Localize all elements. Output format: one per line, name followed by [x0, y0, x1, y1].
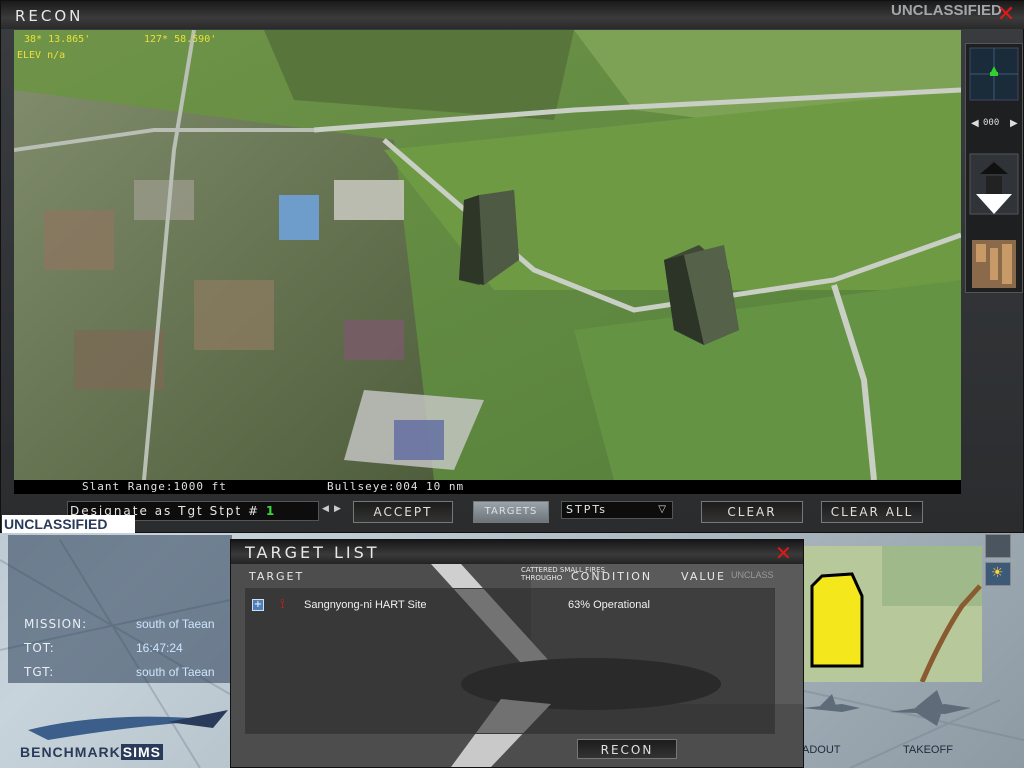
stpts-dropdown[interactable]: STPTs ▽: [561, 501, 673, 519]
distance-readout: 10 nm: [426, 480, 465, 493]
recon-window: RECON UNCLASSIFIED ✕ 38* 13.865' 127* 58…: [0, 0, 1024, 533]
mini-map-graphic: [802, 546, 982, 682]
takeoff-nav[interactable]: TAKEOFF: [885, 686, 975, 756]
targets-button[interactable]: TARGETS: [473, 501, 549, 523]
target-condition: 63% Operational: [568, 599, 650, 611]
heading-readout: 000: [983, 118, 1000, 128]
recon-titlebar[interactable]: RECON UNCLASSIFIED ✕: [1, 1, 1024, 29]
tot-value: 16:47:24: [136, 641, 183, 655]
sun-icon: ☀: [991, 565, 1004, 581]
tot-label: TOT:: [24, 641, 55, 655]
radar-target-icon: ⟟: [280, 597, 285, 612]
longitude-readout: 127* 58.590': [144, 34, 217, 45]
expand-row-button[interactable]: +: [252, 599, 264, 611]
tgt-value: south of Taean: [136, 665, 215, 679]
mini-map[interactable]: [802, 546, 982, 682]
weather-icon[interactable]: ☀: [985, 562, 1011, 586]
bullseye-readout: Bullseye:004: [327, 480, 419, 493]
loadout-jet-icon: [802, 694, 860, 712]
logo-text: BENCHMARK SIMS: [20, 744, 164, 760]
stpts-selected-value: STPTs: [566, 503, 607, 516]
stpt-next-icon[interactable]: ▶: [334, 504, 341, 514]
recon-title: RECON: [15, 7, 84, 25]
column-header-value: VALUE: [681, 570, 726, 583]
clear-all-button[interactable]: CLEAR ALL: [821, 501, 923, 523]
chevron-down-icon: ▽: [658, 504, 668, 515]
layers-icon[interactable]: [985, 534, 1011, 558]
status-bar: Slant Range:1000 ft Bullseye:004 10 nm: [14, 480, 961, 494]
elevation-readout: ELEV n/a: [17, 50, 66, 61]
target-list-window: TARGET LIST ✕ CATTERED SMALL FIRES THROU…: [230, 539, 804, 768]
mission-label: MISSION:: [24, 617, 88, 631]
satellite-terrain: [14, 30, 961, 480]
mission-info-panel: MISSION: south of Taean TOT: 16:47:24 TG…: [8, 535, 232, 683]
classification-banner-left: UNCLASSIFIED: [2, 515, 135, 533]
compass-icon[interactable]: [970, 50, 1018, 102]
steerpoint-number: 1: [265, 504, 277, 518]
table-row[interactable]: + ⟟ Sangnyong-ni HART Site 63% Operation…: [246, 597, 776, 615]
loadout-nav[interactable]: ADOUT: [802, 686, 862, 756]
target-list-table: + ⟟ Sangnyong-ni HART Site 63% Operation…: [245, 588, 775, 734]
bg-text-throughout: THROUGHO: [520, 574, 563, 582]
stpt-prev-icon[interactable]: ◀: [322, 504, 329, 514]
target-list-title: TARGET LIST: [245, 543, 380, 562]
slant-range-readout: Slant Range:1000 ft: [82, 480, 227, 493]
clear-button[interactable]: CLEAR: [701, 501, 803, 523]
tgt-label: TGT:: [24, 665, 55, 679]
takeoff-jet-icon: [889, 690, 971, 726]
rotate-left-icon[interactable]: ◀: [971, 118, 979, 129]
latitude-readout: 38* 13.865': [24, 34, 91, 45]
camera-control-panel: ◀ 000 ▶: [965, 43, 1023, 293]
column-header-condition: CONDITION: [571, 570, 653, 583]
map-thumbnail-icon[interactable]: [972, 240, 1016, 288]
loadout-label: ADOUT: [802, 744, 841, 756]
takeoff-label: TAKEOFF: [903, 744, 953, 756]
bg-text-unclass: UNCLASS: [731, 570, 774, 580]
logo-text-right: SIMS: [120, 744, 164, 760]
rotate-right-icon[interactable]: ▶: [1010, 118, 1018, 129]
recon-button[interactable]: RECON: [577, 739, 677, 759]
zoom-arrows-icon[interactable]: [970, 154, 1018, 214]
mission-value: south of Taean: [136, 617, 215, 631]
close-icon[interactable]: ✕: [995, 4, 1017, 26]
close-icon[interactable]: ✕: [775, 541, 792, 565]
logo-text-left: BENCHMARK: [20, 744, 121, 760]
accept-button[interactable]: ACCEPT: [353, 501, 453, 523]
target-list-titlebar[interactable]: TARGET LIST ✕: [231, 540, 803, 565]
target-name: Sangnyong-ni HART Site: [304, 599, 427, 611]
recon-3d-view[interactable]: 38* 13.865' 127* 58.590' ELEV n/a: [14, 30, 961, 480]
column-header-target: TARGET: [249, 570, 305, 583]
classification-banner: UNCLASSIFIED: [891, 2, 1002, 19]
